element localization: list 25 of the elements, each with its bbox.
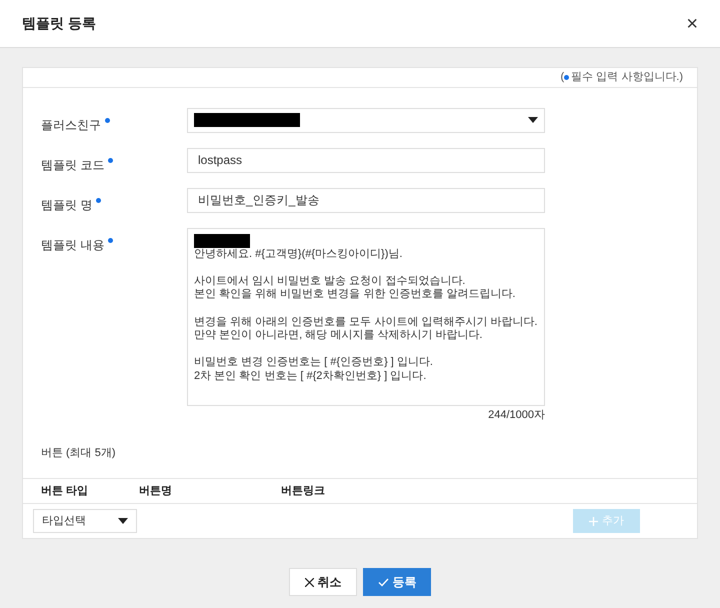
required-note: ( 필수 입력 사항입니다.) [560, 70, 683, 86]
plus-icon [589, 516, 598, 526]
column-header: 버튼 타입 [41, 484, 90, 499]
character-counter: 244/1000자 [488, 408, 545, 423]
text-input-field[interactable]: lostpass [187, 148, 545, 173]
column-header: 버튼링크 [281, 484, 325, 499]
dialog-title: 템플릿 등록 [22, 14, 96, 33]
field-label: 템플릿 내용 [41, 236, 104, 254]
close-button[interactable]: × [686, 14, 698, 34]
field-label: 템플릿 명 [41, 196, 92, 214]
template-content-field[interactable] [187, 228, 545, 406]
caret-icon [118, 518, 128, 524]
text-input-field[interactable]: 비밀번호_인증키_발송 [187, 188, 545, 213]
field-label: 플러스친구 [41, 116, 101, 134]
check-icon [378, 578, 388, 586]
select-field[interactable] [187, 108, 545, 133]
section-title: 버튼 (최대 5개) [40, 446, 117, 462]
register-button[interactable]: 등록 [363, 568, 431, 596]
cancel-button[interactable]: 취소 [289, 568, 357, 596]
message-text: 안녕하세요. #{고객명}(#{마스킹아이디})님. 사이트에서 임시 비밀번호 발송 요청이 접수되었습니다. 본인 확인을 위해 비밀번호 변경을 위한 인증번호를 알려드립니다. 변경을 위해 아래의 인증번호를 모두 사이트에 입력해주시기 바랍니다. 만약 본인이 아니라면, 해당 메시지를 삭제하시기 바랍니다. 비밀번호 변경 인증번호는 [ #{인증번호} ] 입니다. 2차 본인 확인 번호는 [ #{2차확인번호} ] 입니다. [194, 248, 538, 384]
close-icon [304, 578, 314, 586]
field-label: 템플릿 코드 [41, 156, 104, 174]
caret-icon [528, 117, 538, 124]
column-header: 버튼명 [139, 484, 173, 499]
type-select-field[interactable]: 타입선택 [33, 509, 137, 534]
